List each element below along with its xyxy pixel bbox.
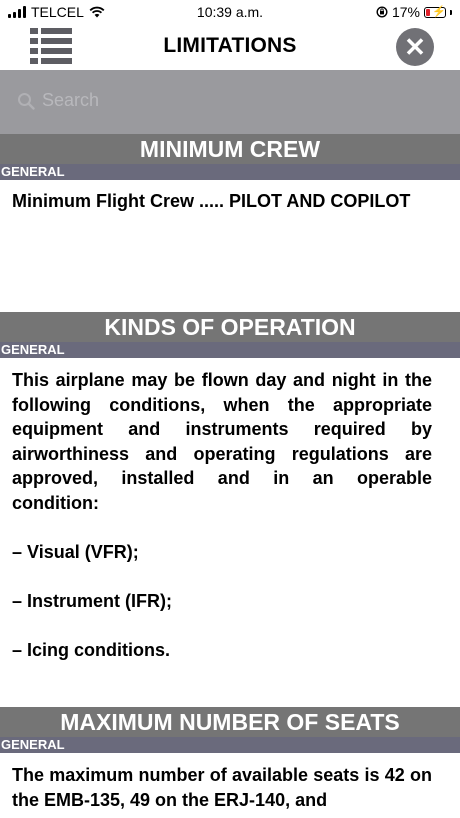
orientation-lock-icon [376,6,388,18]
list-item: – Instrument (IFR); [12,590,172,611]
page-title: LIMITATIONS [163,34,297,57]
status-bar: TELCEL 10:39 a.m. 17% ⚡ [0,0,460,24]
battery-tip [450,9,452,15]
maximum-seats-text: The maximum number of available seats is… [12,765,432,810]
category-label: GENERAL [0,342,460,358]
list-item: – Visual (VFR); [12,541,139,562]
list-item: – Icing conditions. [12,639,171,660]
category-label: GENERAL [0,164,460,180]
minimum-crew-text: Minimum Flight Crew ..... PILOT AND COPI… [12,191,411,211]
nav-bar: LIMITATIONS ✕ [0,24,460,70]
section-text: The maximum number of available seats is… [12,763,432,812]
battery-icon: ⚡ [424,6,446,18]
kinds-of-operation-text: This airplane may be flown day and night… [12,370,432,513]
section-header: KINDS OF OPERATION [0,312,460,342]
search-bar[interactable]: Search [0,70,460,134]
search-input[interactable]: Search [42,90,99,111]
section-header: MINIMUM CREW [0,134,460,164]
section-text: This airplane may be flown day and night… [12,368,432,662]
category-label: GENERAL [0,737,460,753]
close-icon[interactable]: ✕ [396,28,434,66]
search-icon [18,93,35,110]
section-header: MAXIMUM NUMBER OF SEATS [0,707,460,737]
section-text: Minimum Flight Crew ..... PILOT AND COPI… [12,189,432,214]
status-right: 17% ⚡ [376,4,452,20]
battery-percent: 17% [391,4,420,20]
